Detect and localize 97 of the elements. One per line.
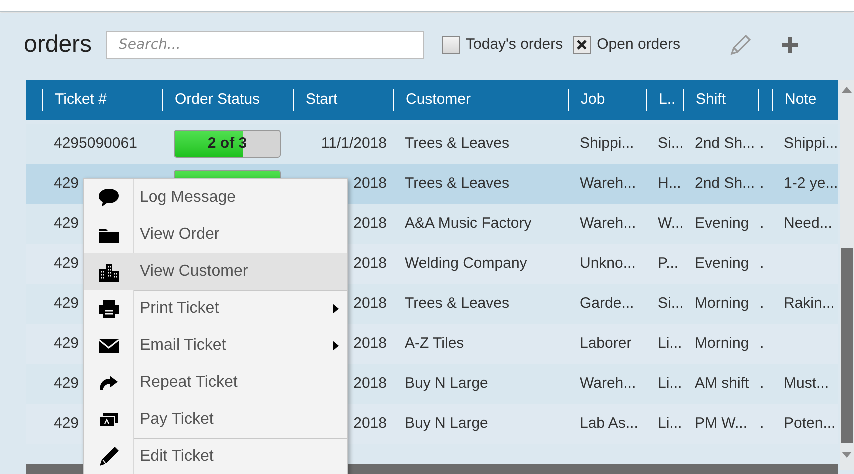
table-cell: 2018: [354, 294, 387, 312]
cash-icon: [98, 412, 118, 428]
vertical-scrollbar[interactable]: [840, 80, 854, 470]
table-cell: Wareh...: [580, 214, 636, 232]
checkbox[interactable]: [573, 36, 592, 54]
table-cell: 4295090061: [54, 134, 138, 152]
table-cell: AM shift: [695, 374, 750, 392]
table-cell: .: [760, 174, 764, 192]
add-icon[interactable]: [780, 36, 798, 54]
table-cell: 429: [54, 254, 80, 272]
table-cell: 11/1/2018: [321, 134, 387, 152]
checkbox-label[interactable]: Open orders: [597, 34, 680, 56]
table-cell: Morning: [695, 294, 750, 312]
table-cell: .: [760, 414, 764, 432]
pencil-icon: [98, 446, 120, 468]
table-cell: Poten...: [784, 414, 836, 432]
submenu-arrow-icon: [333, 340, 339, 350]
table-cell: Li...: [658, 414, 682, 432]
table-cell: 429: [54, 374, 80, 392]
table-cell: Need...: [784, 214, 832, 232]
menu-item[interactable]: Repeat Ticket: [84, 364, 347, 401]
table-cell: A&A Music Factory: [405, 214, 532, 232]
table-cell: 2018: [354, 374, 387, 392]
table-cell: Buy N Large: [405, 414, 488, 432]
table-cell: 2018: [354, 174, 387, 192]
menu-item[interactable]: Email Ticket: [84, 327, 347, 364]
table-cell: Evening: [695, 254, 750, 272]
envelope-icon: [98, 338, 120, 354]
table-cell: Trees & Leaves: [405, 174, 510, 192]
table-cell: Evening: [695, 214, 750, 232]
table-cell: .: [760, 254, 764, 272]
table-cell: W...: [658, 214, 684, 232]
table-cell: PM W...: [695, 414, 748, 432]
table-cell: Li...: [658, 374, 682, 392]
submenu-arrow-icon: [333, 304, 339, 314]
table-cell: 429: [54, 414, 80, 432]
scroll-up-icon[interactable]: [842, 86, 852, 93]
table-cell: A-Z Tiles: [405, 334, 464, 352]
table-cell: Must...: [784, 374, 830, 392]
table-cell: 429: [54, 294, 80, 312]
table-cell: Morning: [695, 334, 750, 352]
table-cell: Wareh...: [580, 174, 636, 192]
menu-item[interactable]: View Customer: [84, 253, 347, 290]
table-cell: .: [760, 294, 764, 312]
checkbox[interactable]: [442, 36, 460, 54]
printer-icon: [98, 298, 120, 318]
column-header[interactable]: Start: [306, 88, 338, 112]
column-header[interactable]: Job: [581, 88, 606, 112]
table-cell: 1-2 ye...: [784, 174, 838, 192]
table-cell: 429: [54, 334, 80, 352]
table-cell: Shippi...: [580, 134, 634, 152]
table-cell: Buy N Large: [405, 374, 488, 392]
table-cell: .: [760, 374, 764, 392]
column-header[interactable]: Note: [785, 88, 817, 112]
table-cell: 2018: [354, 254, 387, 272]
table-cell: .: [760, 334, 764, 352]
scrollbar-thumb[interactable]: [841, 248, 853, 443]
table-cell: 2018: [354, 334, 387, 352]
table-cell: Shippi...: [784, 134, 838, 152]
column-header[interactable]: Shift: [696, 88, 726, 112]
search-field[interactable]: Search...: [106, 31, 424, 59]
table-cell: Garde...: [580, 294, 634, 312]
menu-item[interactable]: Edit Ticket: [84, 438, 347, 474]
table-cell: Trees & Leaves: [405, 294, 510, 312]
menu-item[interactable]: Pay Ticket: [84, 401, 347, 438]
check-mark-icon: [576, 39, 588, 51]
table-cell: 2nd Sh...: [695, 174, 756, 192]
table-cell: 2nd Sh...: [695, 134, 756, 152]
table-cell: Welding Company: [405, 254, 528, 272]
table-cell: .: [760, 214, 764, 232]
pencil-icon[interactable]: [728, 33, 752, 57]
table-cell: Wareh...: [580, 374, 636, 392]
table-cell: 429: [54, 214, 80, 232]
table-cell: Si...: [658, 134, 684, 152]
column-header[interactable]: Ticket #: [55, 88, 107, 112]
column-header[interactable]: Customer: [406, 88, 472, 112]
scroll-down-icon[interactable]: [842, 452, 852, 459]
curved-arrow-icon: [98, 374, 118, 390]
checkbox-label[interactable]: Today's orders: [466, 34, 564, 56]
table-cell: Unkno...: [580, 254, 636, 272]
table-cell: H...: [658, 174, 682, 192]
table-cell: Laborer: [580, 334, 632, 352]
table-cell: Trees & Leaves: [405, 134, 510, 152]
menu-item[interactable]: Print Ticket: [84, 290, 347, 327]
column-header[interactable]: L..: [659, 88, 676, 112]
table-cell: .: [760, 134, 764, 152]
column-header[interactable]: Order Status: [175, 88, 260, 112]
table-cell: 2018: [354, 214, 387, 232]
speech-bubble-icon: [98, 188, 120, 208]
table-cell: 429: [54, 174, 80, 192]
table-cell: 2018: [354, 414, 387, 432]
table-cell: Rakin...: [784, 294, 835, 312]
panel-title: orders: [24, 33, 92, 57]
table-cell: Si...: [658, 294, 684, 312]
table-cell: P...: [658, 254, 679, 272]
table-cell: Lab As...: [580, 414, 638, 432]
table-cell: Li...: [658, 334, 682, 352]
